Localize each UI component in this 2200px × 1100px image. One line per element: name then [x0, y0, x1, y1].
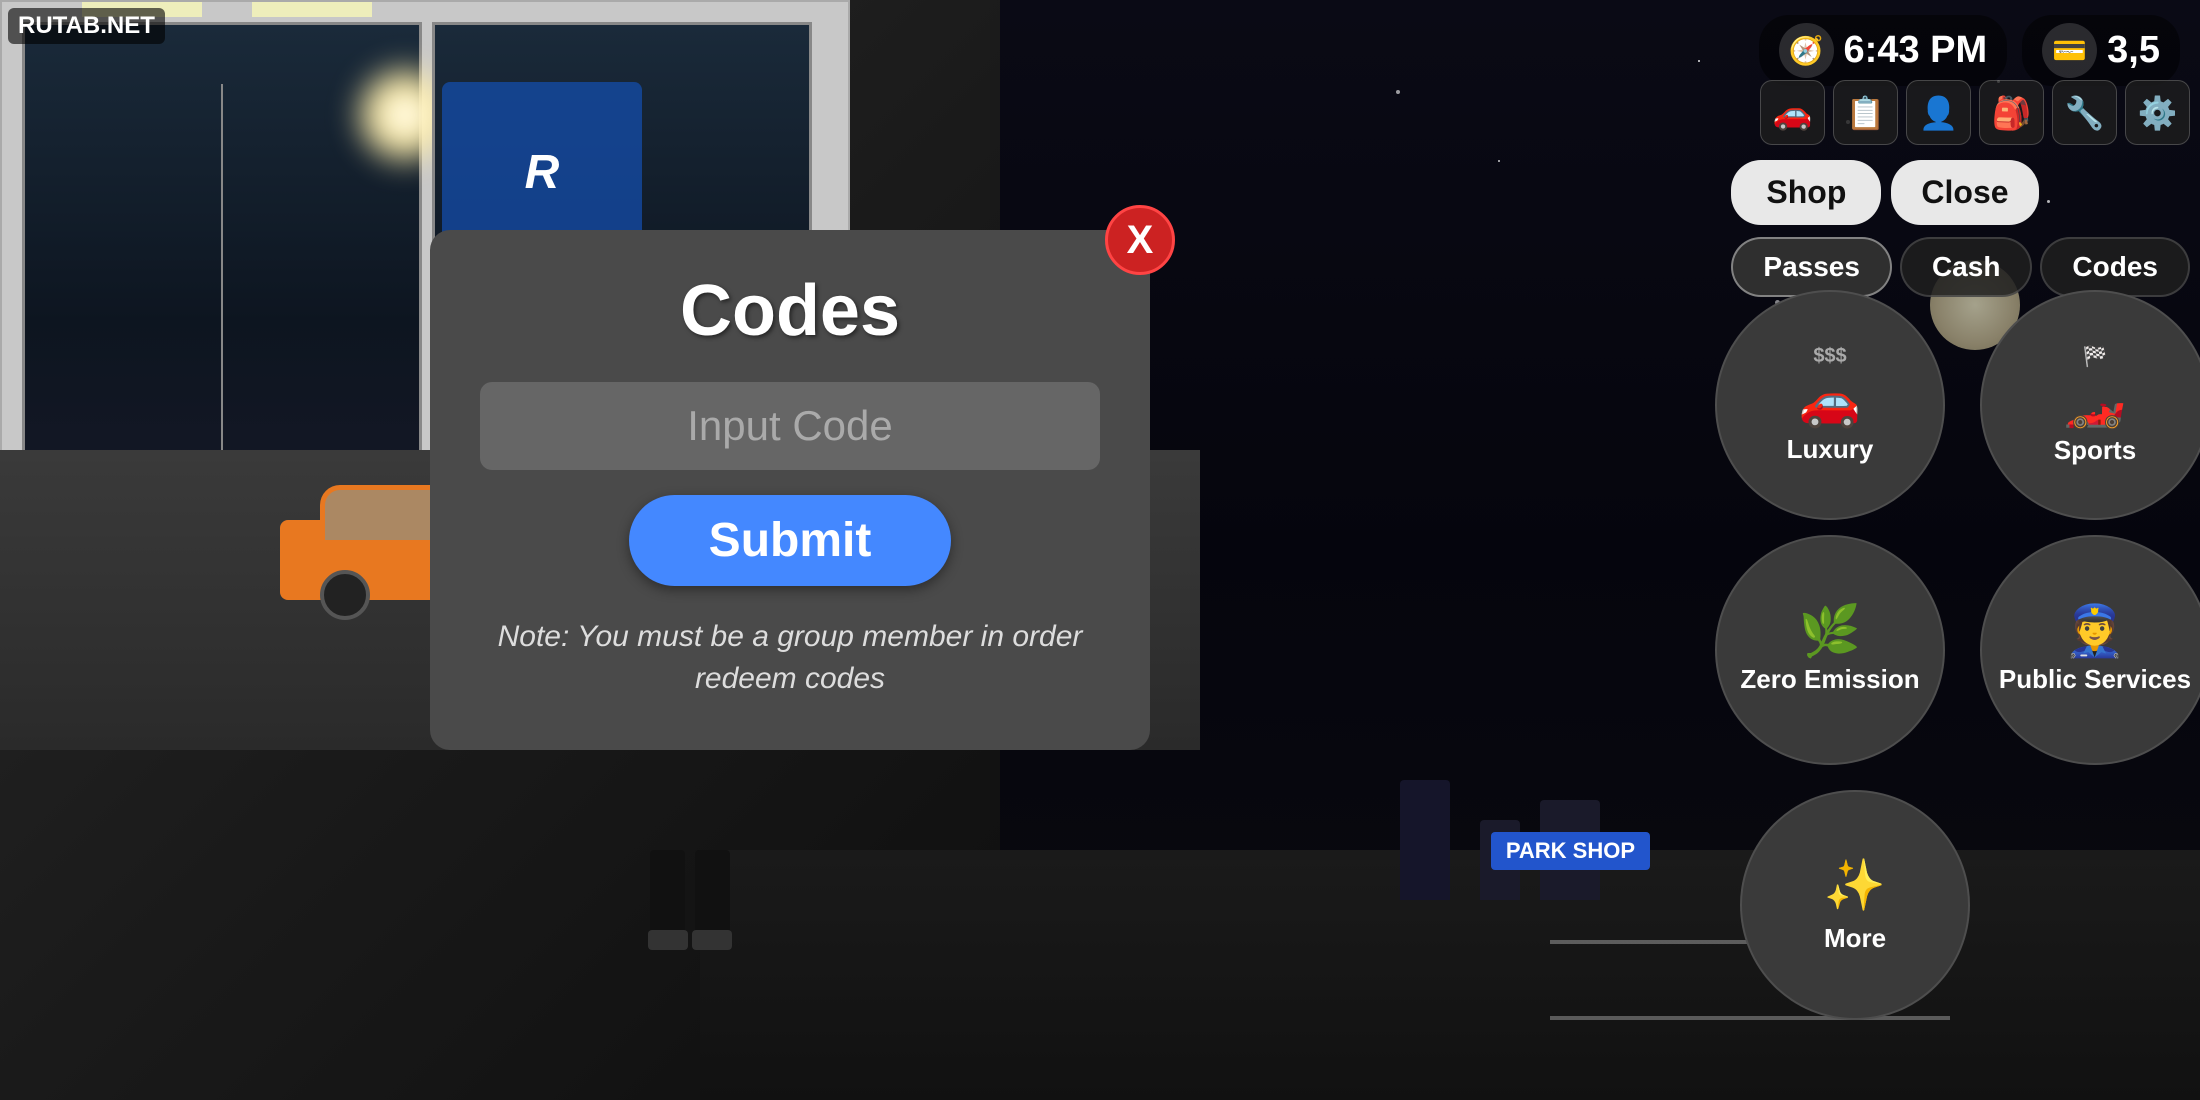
category-more[interactable]: ✨ More: [1740, 790, 1970, 1020]
zero-emission-icon: 🌿: [1799, 606, 1861, 656]
hud-time: 6:43 PM: [1844, 29, 1988, 72]
codes-note: Note: You must be a group member in orde…: [480, 616, 1100, 700]
compass-icon: 🧭: [1779, 23, 1834, 78]
car-wheel-left: [320, 570, 370, 620]
codes-modal: X Codes Submit Note: You must be a group…: [430, 230, 1150, 750]
car-hud-icon[interactable]: 🚗: [1760, 80, 1825, 145]
site-label: RUTAB.NET: [8, 8, 165, 44]
tab-passes[interactable]: Passes: [1731, 237, 1892, 297]
more-label: More: [1824, 923, 1886, 954]
submit-button[interactable]: Submit: [629, 495, 952, 586]
shop-panel: Shop Close Passes Cash Codes: [1731, 160, 2190, 297]
code-input[interactable]: [480, 382, 1100, 470]
modal-close-button[interactable]: X: [1105, 205, 1175, 275]
close-shop-button[interactable]: Close: [1891, 160, 2038, 225]
hud-time-group: 🧭 6:43 PM: [1759, 15, 2008, 86]
char-shoe-right: [692, 930, 732, 950]
category-sports[interactable]: 🏁 🏎️ Sports: [1980, 290, 2200, 520]
shop-button[interactable]: Shop: [1731, 160, 1881, 225]
shop-top-row: Shop Close: [1731, 160, 2190, 225]
char-shoe-left: [648, 930, 688, 950]
tab-cash[interactable]: Cash: [1900, 237, 2032, 297]
character: [630, 750, 750, 950]
tab-codes[interactable]: Codes: [2040, 237, 2190, 297]
road: [700, 850, 2200, 1100]
wallet-icon: 💳: [2042, 23, 2097, 78]
sports-icon: 🏎️: [2064, 377, 2126, 427]
vehicle-grid: $$$ 🚗 Luxury 🏁 🏎️ Sports 🌿 Zero Emission…: [1715, 290, 2190, 765]
hud-money: 3,5: [2107, 29, 2160, 72]
sports-label: Sports: [2054, 435, 2136, 466]
hud-money-group: 💳 3,5: [2022, 15, 2180, 86]
luxury-price: $$$: [1813, 345, 1846, 368]
bag-hud-icon[interactable]: 🎒: [1979, 80, 2044, 145]
ceiling-strip-2: [252, 2, 372, 17]
shop-tabs: Passes Cash Codes: [1731, 237, 2190, 297]
codes-modal-title: Codes: [480, 270, 1100, 352]
category-public-services[interactable]: 👮 Public Services: [1980, 535, 2200, 765]
hud-icons-row: 🚗 📋 👤 🎒 🔧 ⚙️: [1760, 80, 2190, 145]
public-services-icon: 👮: [2064, 606, 2126, 656]
more-icon: ✨: [1824, 856, 1886, 915]
wrench-hud-icon[interactable]: 🔧: [2052, 80, 2117, 145]
luxury-label: Luxury: [1787, 434, 1874, 465]
sports-price: 🏁: [2083, 344, 2108, 369]
category-luxury[interactable]: $$$ 🚗 Luxury: [1715, 290, 1945, 520]
luxury-icon: 🚗: [1799, 376, 1861, 426]
category-zero-emission[interactable]: 🌿 Zero Emission: [1715, 535, 1945, 765]
person-hud-icon[interactable]: 👤: [1906, 80, 1971, 145]
public-services-label: Public Services: [1999, 664, 2191, 695]
settings-hud-icon[interactable]: ⚙️: [2125, 80, 2190, 145]
zero-emission-label: Zero Emission: [1740, 664, 1919, 695]
parking-sign: PARK SHOP: [1491, 832, 1650, 870]
list-hud-icon[interactable]: 📋: [1833, 80, 1898, 145]
distant-building-3: [1400, 780, 1450, 900]
